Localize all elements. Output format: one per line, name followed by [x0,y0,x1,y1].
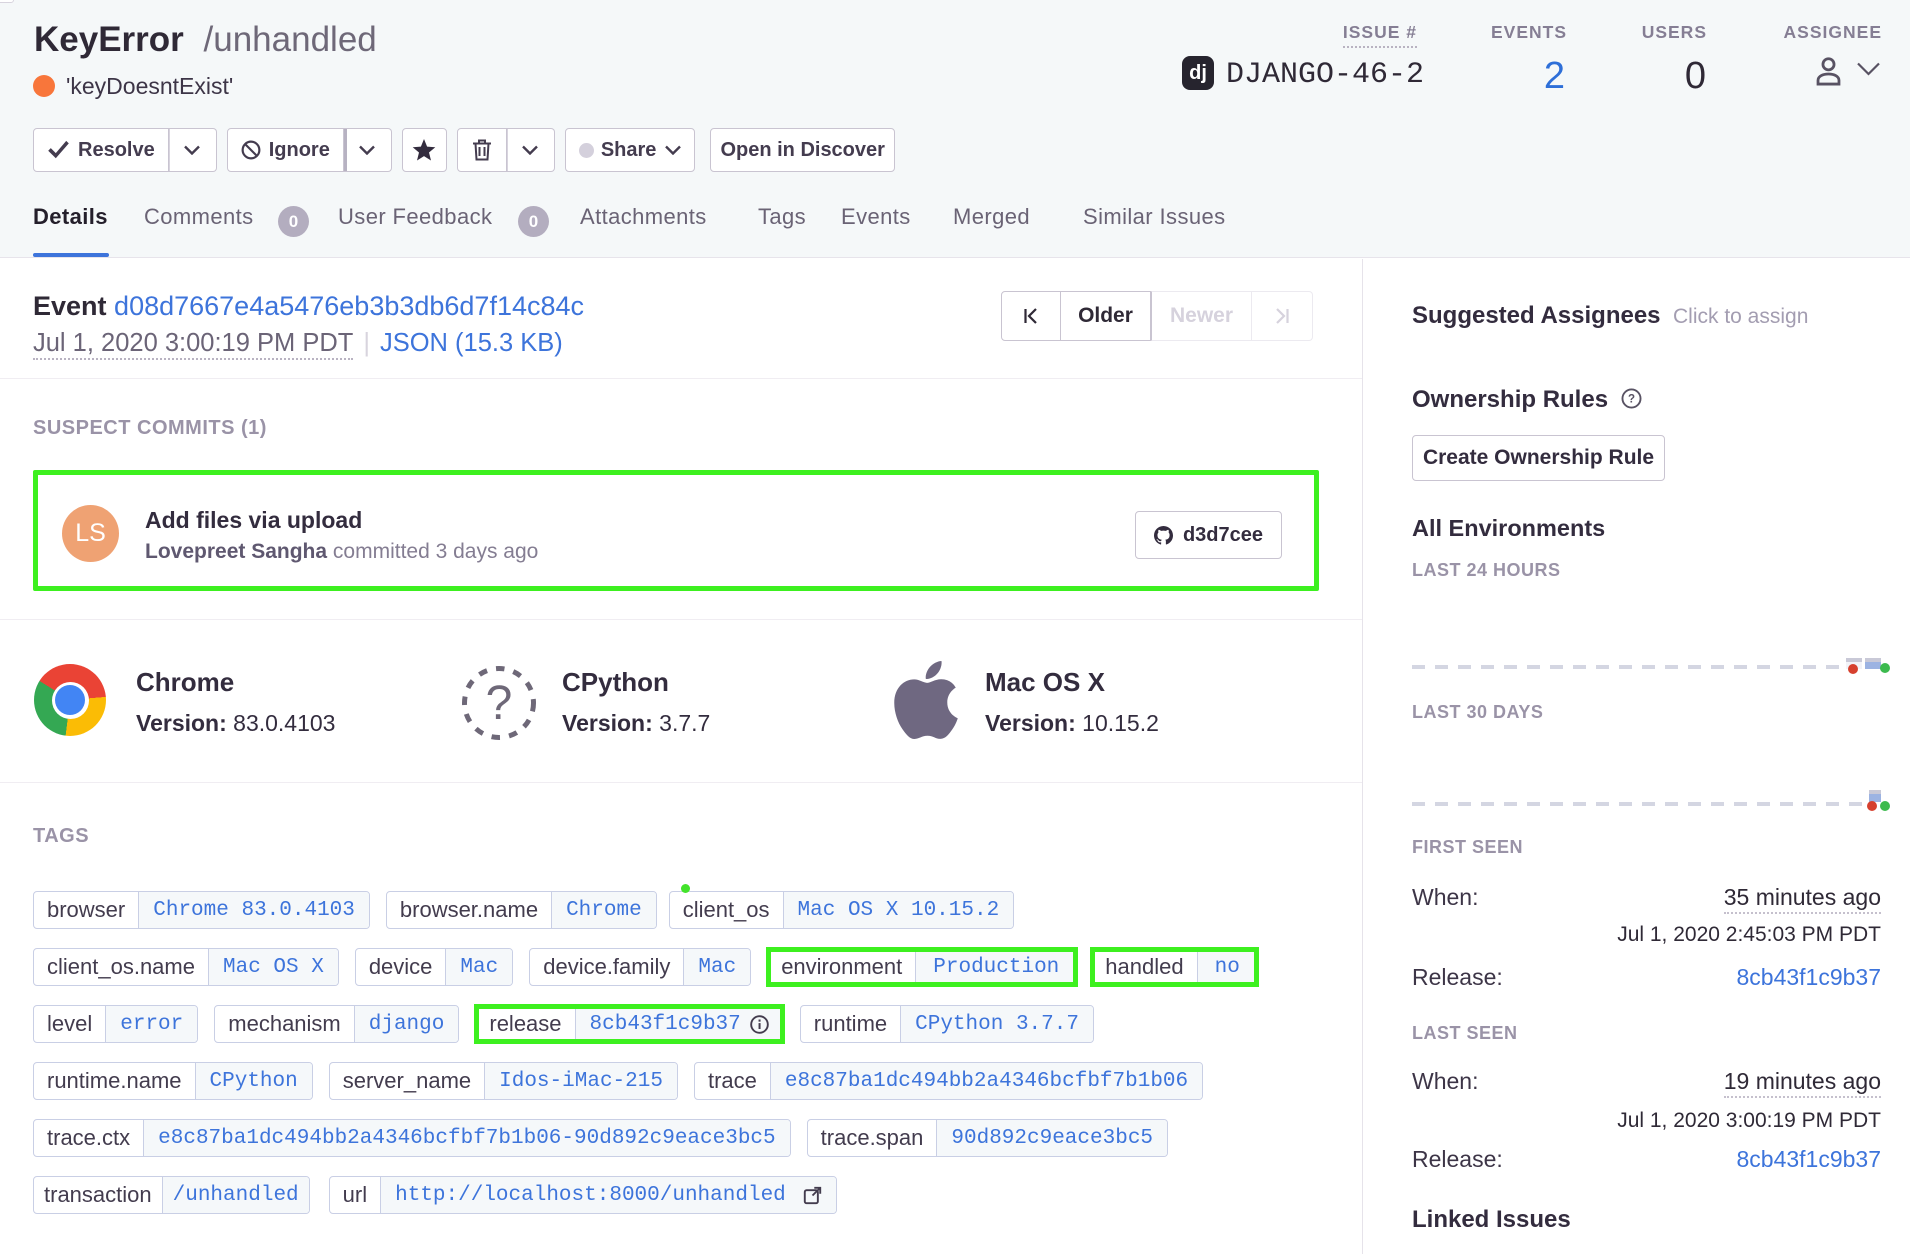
svg-text:?: ? [486,677,513,730]
svg-text:?: ? [1627,394,1634,406]
